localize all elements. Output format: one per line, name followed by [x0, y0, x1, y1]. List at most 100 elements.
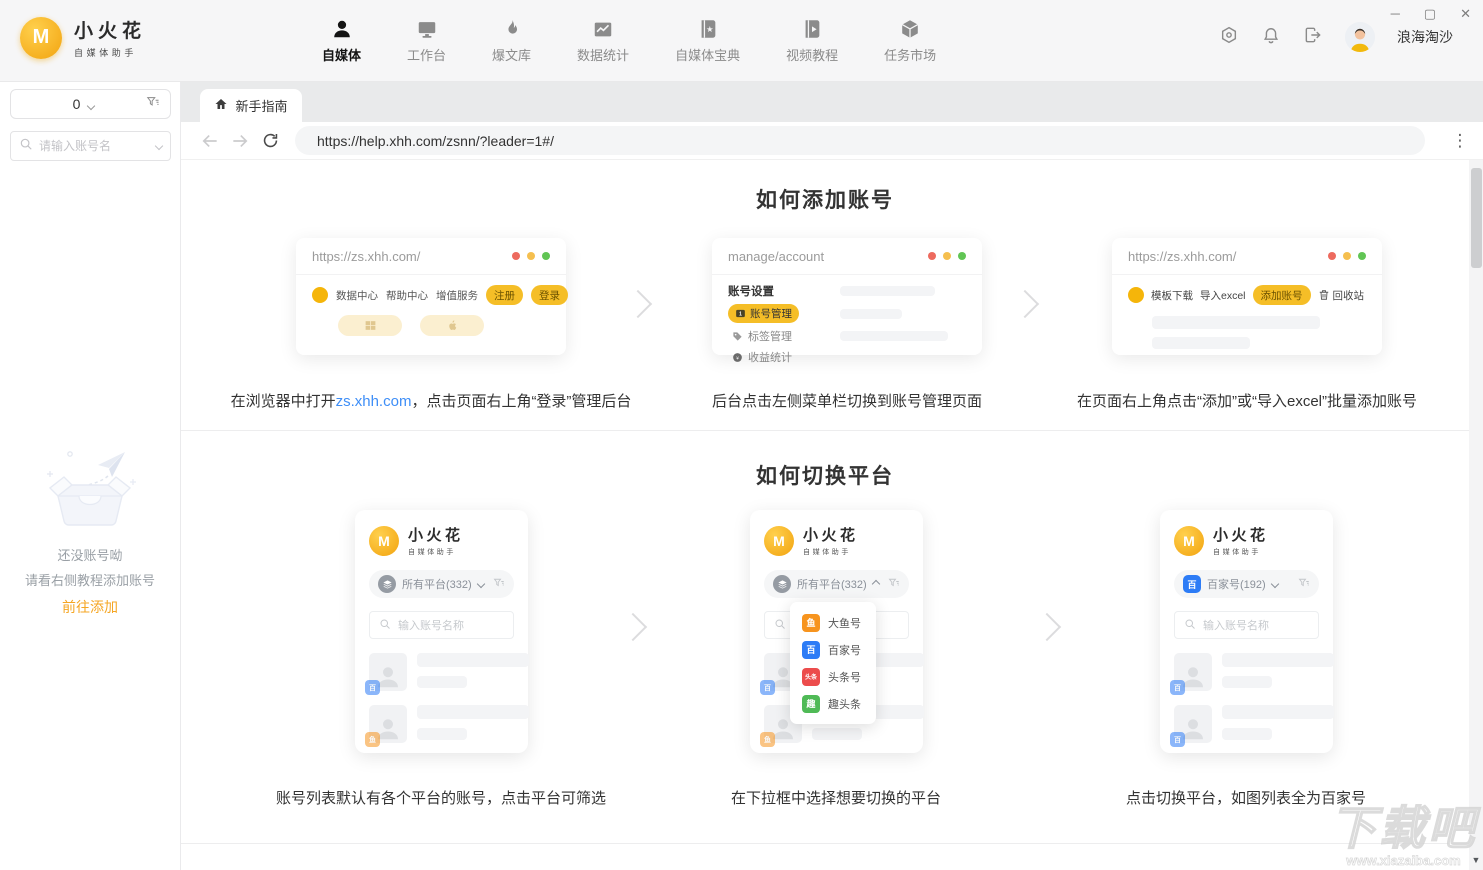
logo-icon: M [20, 16, 62, 59]
chevron-right-icon [1032, 612, 1062, 642]
go-add-link[interactable]: 前往添加 [0, 597, 180, 617]
user-avatar[interactable] [1345, 22, 1375, 52]
section-title-switch-platform: 如何切换平台 [756, 464, 894, 488]
notifications-bell-icon[interactable] [1261, 25, 1281, 50]
chart-icon [592, 18, 614, 40]
account-count-dropdown[interactable]: 0 [10, 89, 171, 119]
mock-url: https://zs.xhh.com/ [1128, 248, 1237, 264]
browser-toolbar: ⋮ [181, 122, 1483, 160]
nav-item-video-tutorials[interactable]: 视频教程 [786, 18, 838, 64]
traffic-green-dot [958, 252, 966, 260]
mock-url: https://zs.xhh.com/ [312, 248, 421, 264]
account-search-input[interactable] [39, 139, 150, 153]
mock-nav-link: 增值服务 [436, 289, 478, 302]
layers-icon [378, 575, 396, 593]
platform-badge-dayu: 鱼 [760, 732, 775, 747]
empty-box-illustration [47, 451, 136, 526]
placeholder-bar [1152, 316, 1320, 329]
toutiao-platform-icon: 头条 [802, 667, 820, 686]
close-button[interactable]: ✕ [1460, 6, 1471, 22]
filter-funnel-icon[interactable] [146, 95, 160, 114]
nav-item-handbook[interactable]: ★ 自媒体宝典 [675, 18, 740, 64]
top-actions: 浪海淘沙 [1219, 22, 1453, 52]
section-divider [181, 430, 1469, 431]
platform-badge-baijia: 百 [365, 680, 380, 695]
chevron-right-icon [1010, 289, 1040, 319]
platform-selector-label: 所有平台(332) [797, 579, 867, 591]
top-bar: ─ ▢ ✕ M 小火花 自媒体助手 自媒体 工作台 爆文库 数据统计 ★ 自媒体… [0, 0, 1483, 82]
mock-account-item: 百 [1170, 653, 1334, 695]
caption-add-button: 在页面右上角点击“添加”或“导入excel”批量添加账号 [1077, 393, 1417, 410]
mock-login-button: 登录 [531, 285, 568, 305]
dropdown-item-toutiao: 头条 头条号 [790, 663, 876, 690]
nav-item-statistics[interactable]: 数据统计 [577, 18, 629, 64]
refresh-icon[interactable] [255, 131, 285, 150]
monitor-icon [416, 18, 438, 40]
search-icon [19, 137, 33, 156]
overflow-menu-icon[interactable]: ⋮ [1445, 131, 1475, 151]
mock-site-logo [312, 287, 328, 303]
mock-app-title: 小火花 [408, 527, 464, 544]
traffic-yellow-dot [1343, 252, 1351, 260]
layers-icon [773, 575, 791, 593]
page-scrollbar: ▼ [1469, 160, 1483, 870]
mock-app-logo: M 小火花 自媒体助手 [1174, 524, 1319, 557]
settings-gear-icon[interactable] [1219, 25, 1239, 50]
traffic-lights [512, 252, 550, 260]
forward-icon[interactable] [225, 131, 255, 151]
filter-funnel-icon [493, 577, 505, 592]
nav-item-task-market[interactable]: 任务市场 [884, 18, 936, 64]
logout-icon[interactable] [1303, 25, 1323, 50]
zs-xhh-link[interactable]: zs.xhh.com [336, 393, 412, 410]
app-logo: M 小火花 自媒体助手 [20, 16, 146, 59]
mock-menu-tag: 标签管理 [748, 331, 792, 343]
nav-item-media[interactable]: 自媒体 [322, 18, 361, 64]
platform-selector-label: 百家号(192) [1207, 579, 1266, 591]
mock-menu-account-active: 1 账号管理 [728, 304, 799, 323]
app-subtitle: 自媒体助手 [74, 48, 138, 58]
maximize-button[interactable]: ▢ [1424, 6, 1436, 22]
nav-item-hot-articles[interactable]: 爆文库 [492, 18, 531, 64]
nav-item-workbench[interactable]: 工作台 [407, 18, 446, 64]
back-icon[interactable] [195, 131, 225, 151]
dayu-platform-icon: 鱼 [802, 613, 820, 632]
placeholder-bar [1222, 705, 1334, 719]
mock-app-title: 小火花 [1213, 527, 1269, 544]
mock-account-item: 鱼 [365, 705, 529, 747]
mock-app-subtitle: 自媒体助手 [803, 549, 851, 556]
account-count: 0 [21, 96, 146, 112]
chevron-down-icon[interactable] [154, 141, 164, 151]
platform-badge-dayu: 鱼 [365, 732, 380, 747]
account-avatar: 百 [1170, 653, 1212, 695]
scrollbar-thumb[interactable] [1470, 168, 1482, 268]
placeholder-bar [1152, 337, 1250, 349]
platform-badge-baijia: 百 [1170, 732, 1185, 747]
tutorial-card-add-account: https://zs.xhh.com/ 模板下载 导入excel 添加账号 回收… [1112, 238, 1382, 355]
caption-open-browser: 在浏览器中打开zs.xhh.com，点击页面右上角“登录”管理后台 [230, 393, 632, 410]
scrollbar-down-arrow[interactable]: ▼ [1469, 855, 1483, 865]
mock-menu-heading: 账号设置 [728, 286, 774, 298]
chevron-down-icon [1270, 579, 1279, 589]
chevron-down-icon [87, 101, 96, 111]
nav-label: 视频教程 [786, 48, 839, 63]
account-search-box [10, 131, 171, 161]
placeholder-bar [417, 705, 529, 719]
dropdown-item-baijia: 百 百家号 [790, 636, 876, 663]
mock-url: manage/account [728, 248, 825, 264]
windows-download-pill [338, 315, 402, 336]
placeholder-bar [840, 286, 935, 296]
apple-icon [448, 320, 456, 330]
url-input[interactable] [317, 132, 1403, 149]
mock-browser-header: https://zs.xhh.com/ [296, 238, 566, 275]
platform-selector-open: 所有平台(332) [764, 570, 909, 598]
mock-app-baijia-filtered: M 小火花 自媒体助手 百 百家号(192) 输入账号名称 百 百 [1160, 510, 1334, 753]
caption-switched-result: 点击切换平台，如图列表全为百家号 [1125, 790, 1366, 807]
mock-menu-revenue: 收益统计 [748, 352, 792, 364]
user-name[interactable]: 浪海淘沙 [1397, 27, 1453, 47]
mock-add-account-button: 添加账号 [1252, 285, 1311, 305]
minimize-button[interactable]: ─ [1391, 6, 1400, 22]
address-bar [295, 126, 1425, 155]
tab-beginner-guide[interactable]: 新手指南 [200, 89, 302, 122]
tab-strip: 新手指南 [181, 82, 1483, 122]
dropdown-item-dayu: 鱼 大鱼号 [790, 609, 876, 636]
